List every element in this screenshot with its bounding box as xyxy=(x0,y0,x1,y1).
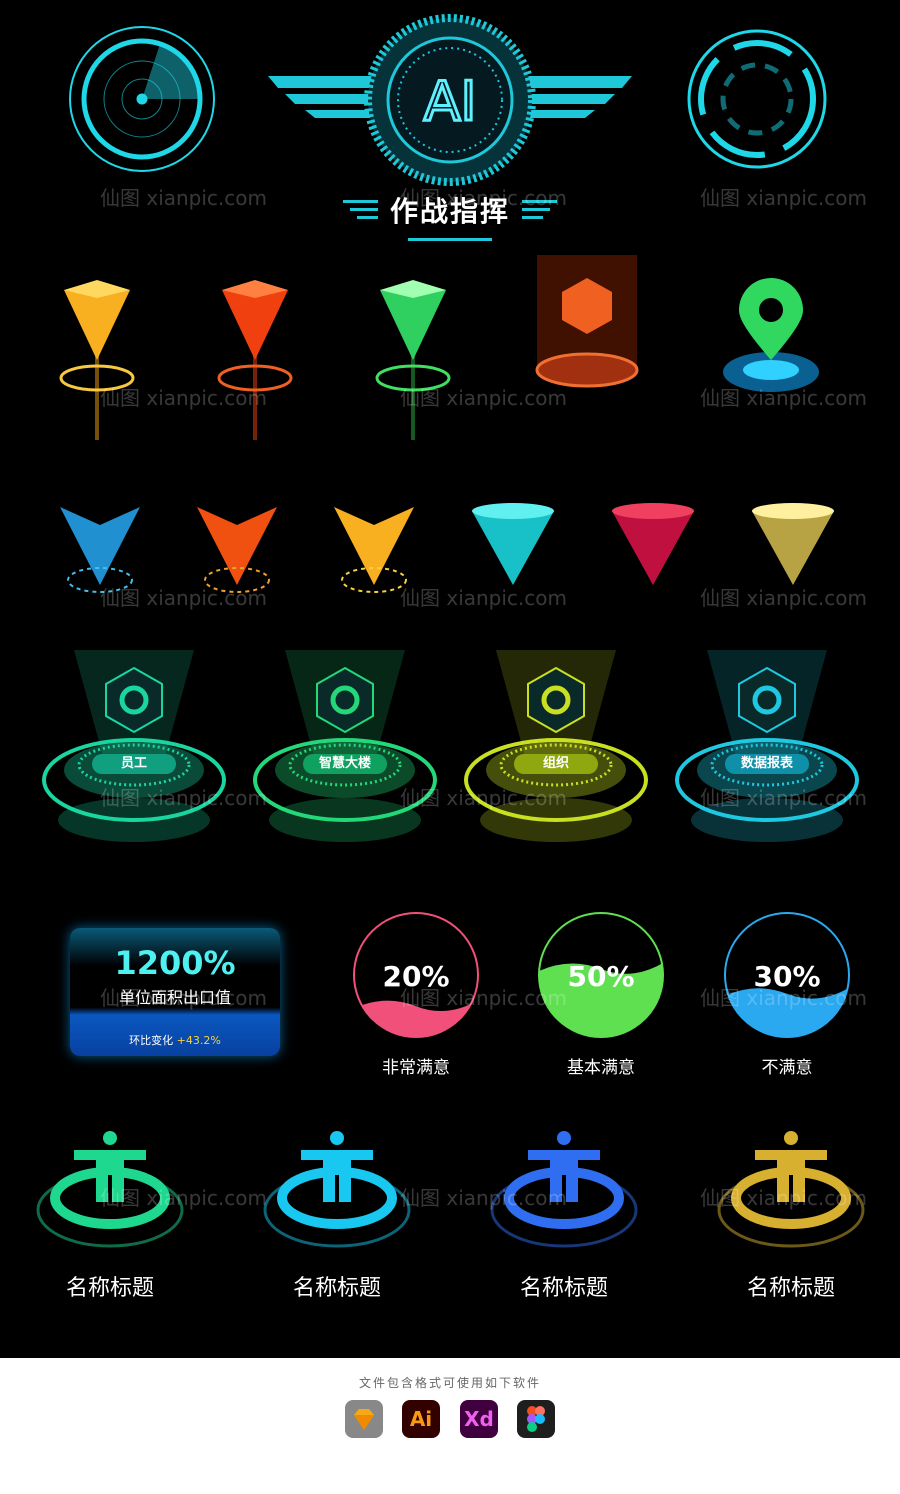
pyramid-marker-green xyxy=(375,280,451,440)
illustrator-icon: Ai xyxy=(402,1400,440,1438)
person-icon xyxy=(263,1131,411,1248)
watermark: 仙图 xianpic.com xyxy=(400,586,568,610)
watermark: 仙图 xianpic.com xyxy=(400,986,568,1010)
gauge-label: 不满意 xyxy=(761,1058,813,1078)
watermark: 仙图 xianpic.com xyxy=(400,186,568,210)
platform-label[interactable]: 数据报表 xyxy=(725,754,809,774)
arrow-marker-yellow xyxy=(334,507,414,593)
stat-value: 1200% xyxy=(114,944,236,982)
gauge-label: 基本满意 xyxy=(567,1058,635,1078)
watermark: 仙图 xianpic.com xyxy=(700,586,868,610)
platform-row xyxy=(42,650,859,842)
cone-marker-cyan xyxy=(472,503,554,585)
cone-marker-red xyxy=(612,503,694,585)
change-value: +43.2% xyxy=(176,1034,221,1047)
person-label: 名称标题 xyxy=(519,1276,608,1301)
hologram-platform xyxy=(42,650,226,842)
hologram-platform xyxy=(464,650,648,842)
watermark: 仙图 xianpic.com xyxy=(700,186,868,210)
arrow-marker-orange xyxy=(197,507,277,593)
map-pin-icon xyxy=(723,278,819,392)
platform-label[interactable]: 组织 xyxy=(514,754,598,774)
person-label: 名称标题 xyxy=(292,1276,381,1301)
pyramid-marker-yellow xyxy=(59,280,135,440)
marker-row xyxy=(59,255,819,440)
watermark: 仙图 xianpic.com xyxy=(700,986,868,1010)
watermark: 仙图 xianpic.com xyxy=(100,386,268,410)
hologram-platform xyxy=(675,650,859,842)
xd-icon: Xd xyxy=(460,1400,498,1438)
ai-logo-text: AI xyxy=(424,70,477,133)
footer-caption: 文件包含格式可使用如下软件 xyxy=(358,1376,541,1390)
xd-app-text: Xd xyxy=(464,1407,494,1431)
person-label: 名称标题 xyxy=(746,1276,835,1301)
watermark: 仙图 xianpic.com xyxy=(400,1186,568,1210)
cube-beacon-orange xyxy=(535,255,639,388)
arrow-marker-blue xyxy=(60,507,140,593)
watermark: 仙图 xianpic.com xyxy=(100,986,268,1010)
figma-icon xyxy=(517,1400,555,1438)
target-ring-icon xyxy=(687,29,827,169)
ai-app-text: Ai xyxy=(409,1407,433,1431)
watermark: 仙图 xianpic.com xyxy=(400,386,568,410)
sketch-icon xyxy=(345,1400,383,1438)
watermark: 仙图 xianpic.com xyxy=(100,786,268,810)
watermark: 仙图 xianpic.com xyxy=(100,186,268,210)
watermark: 仙图 xianpic.com xyxy=(400,786,568,810)
watermark: 仙图 xianpic.com xyxy=(100,1186,268,1210)
platform-label[interactable]: 智慧大楼 xyxy=(303,754,387,774)
pyramid-marker-orange xyxy=(217,280,293,440)
cone-marker-yellow xyxy=(752,503,834,585)
radar-icon xyxy=(69,26,215,172)
person-label: 名称标题 xyxy=(65,1276,154,1301)
ai-emblem-icon: AI xyxy=(268,14,632,186)
change-label: 环比变化 xyxy=(129,1034,174,1047)
watermark: 仙图 xianpic.com xyxy=(700,786,868,810)
hologram-platform xyxy=(253,650,437,842)
watermark: 仙图 xianpic.com xyxy=(700,386,868,410)
watermark: 仙图 xianpic.com xyxy=(700,1186,868,1210)
gauge-label: 非常满意 xyxy=(382,1058,450,1078)
watermark: 仙图 xianpic.com xyxy=(100,586,268,610)
stat-change: 环比变化 +43.2% xyxy=(70,1032,280,1048)
platform-label[interactable]: 员工 xyxy=(92,754,176,774)
